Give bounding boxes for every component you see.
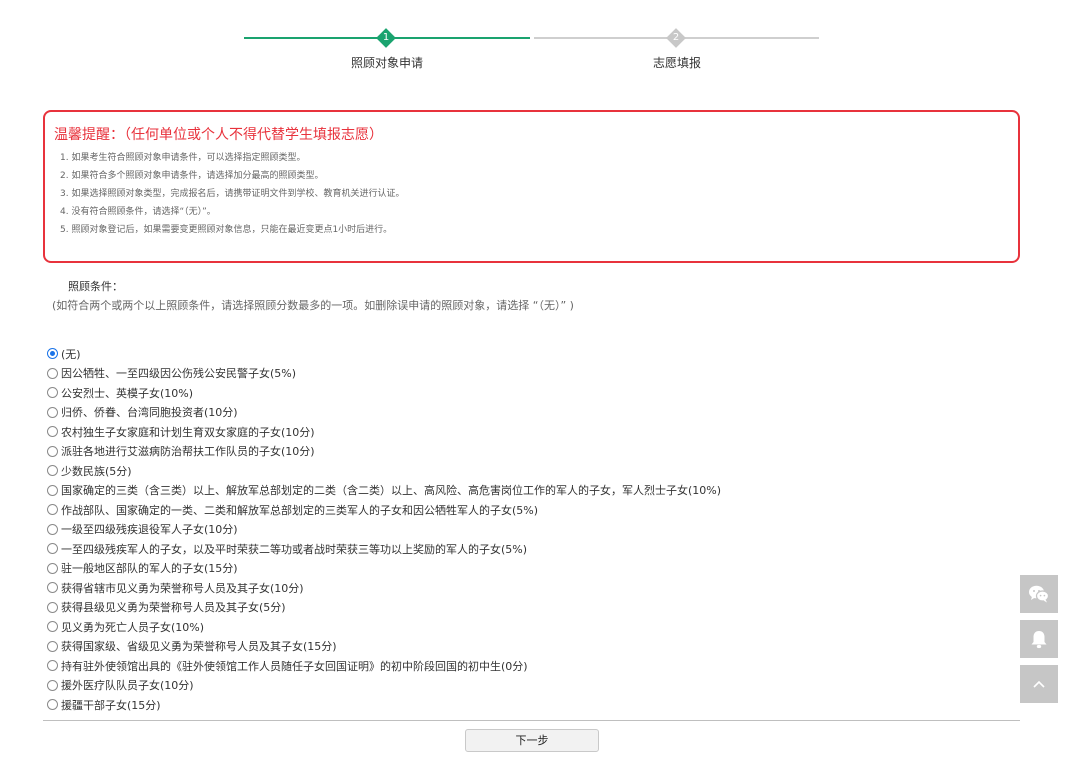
- condition-label: 因公牺牲、一至四级因公伤残公安民警子女(5%): [61, 367, 297, 381]
- notice-title: 温馨提醒：（任何单位或个人不得代替学生填报志愿）: [54, 127, 383, 143]
- condition-label: 农村独生子女家庭和计划生育双女家庭的子女(10分): [61, 425, 315, 439]
- condition-label: 归侨、侨眷、台湾同胞投资者(10分): [61, 406, 238, 420]
- condition-option[interactable]: 获得国家级、省级见义勇为荣誉称号人员及其子女(15分): [47, 637, 947, 657]
- condition-option[interactable]: 派驻各地进行艾滋病防治帮扶工作队员的子女(10分): [47, 442, 947, 462]
- condition-option[interactable]: 公安烈士、英模子女(10%): [47, 383, 947, 403]
- condition-option[interactable]: 见义勇为死亡人员子女(10%): [47, 617, 947, 637]
- condition-radio[interactable]: [47, 679, 58, 691]
- condition-option[interactable]: 获得县级见义勇为荣誉称号人员及其子女(5分): [47, 598, 947, 618]
- condition-radio[interactable]: [47, 699, 58, 711]
- next-step-button[interactable]: 下一步: [465, 729, 599, 752]
- condition-label: (无): [61, 347, 81, 361]
- condition-radio[interactable]: [47, 640, 58, 652]
- condition-option[interactable]: 获得省辖市见义勇为荣誉称号人员及其子女(10分): [47, 578, 947, 598]
- condition-label: 一至四级残疾军人的子女，以及平时荣获二等功或者战时荣获三等功以上奖励的军人的子女…: [61, 542, 528, 556]
- step-number-2: 2: [672, 32, 680, 43]
- condition-radio[interactable]: [47, 504, 58, 516]
- condition-label: 获得省辖市见义勇为荣誉称号人员及其子女(10分): [61, 581, 304, 595]
- condition-label: 派驻各地进行艾滋病防治帮扶工作队员的子女(10分): [61, 445, 315, 459]
- condition-label: 公安烈士、英模子女(10%): [61, 386, 194, 400]
- condition-label: 获得县级见义勇为荣誉称号人员及其子女(5分): [61, 601, 286, 615]
- condition-option[interactable]: 少数民族(5分): [47, 461, 947, 481]
- bell-icon: [1031, 631, 1047, 649]
- condition-radio[interactable]: [47, 582, 58, 594]
- step-marker-1: 1: [376, 28, 396, 48]
- wechat-icon: [1029, 585, 1050, 603]
- condition-option[interactable]: 持有驻外使领馆出具的《驻外使领馆工作人员随任子女回国证明》的初中阶段回国的初中生…: [47, 656, 947, 676]
- bell-button[interactable]: [1020, 620, 1058, 658]
- condition-radio[interactable]: [47, 484, 58, 496]
- condition-radio[interactable]: [47, 562, 58, 574]
- condition-option[interactable]: 一至四级残疾军人的子女，以及平时荣获二等功或者战时荣获三等功以上奖励的军人的子女…: [47, 539, 947, 559]
- notice-item: 5. 照顾对象登记后，如果需要变更照顾对象信息，只能在最近变更点1小时后进行。: [60, 225, 393, 235]
- condition-option[interactable]: 援外医疗队队员子女(10分): [47, 676, 947, 696]
- conditions-radio-group: (无) 因公牺牲、一至四级因公伤残公安民警子女(5%) 公安烈士、英模子女(10%)…: [47, 344, 947, 715]
- condition-label: 一级至四级残疾退役军人子女(10分): [61, 523, 238, 537]
- condition-radio[interactable]: [47, 445, 58, 457]
- condition-option[interactable]: 国家确定的三类（含三类）以上、解放军总部划定的二类（含二类）以上、高风险、高危害…: [47, 481, 947, 501]
- condition-radio[interactable]: [47, 523, 58, 535]
- condition-radio[interactable]: [47, 426, 58, 438]
- condition-option[interactable]: 驻一般地区部队的军人的子女(15分): [47, 559, 947, 579]
- condition-radio[interactable]: [47, 367, 58, 379]
- condition-label: 获得国家级、省级见义勇为荣誉称号人员及其子女(15分): [61, 640, 337, 654]
- step-number-1: 1: [382, 32, 390, 43]
- notice-item: 4. 没有符合照顾条件，请选择“（无）”。: [60, 207, 216, 217]
- condition-radio[interactable]: [47, 660, 58, 672]
- condition-label: 见义勇为死亡人员子女(10%): [61, 620, 205, 634]
- condition-label: 驻一般地区部队的军人的子女(15分): [61, 562, 238, 576]
- notice-item: 3. 如果选择照顾对象类型，完成报名后，请携带证明文件到学校、教育机关进行认证。: [60, 189, 405, 199]
- condition-radio[interactable]: [47, 601, 58, 613]
- condition-radio[interactable]: [47, 387, 58, 399]
- condition-label: 国家确定的三类（含三类）以上、解放军总部划定的二类（含二类）以上、高风险、高危害…: [61, 484, 722, 498]
- notice-box: 温馨提醒：（任何单位或个人不得代替学生填报志愿） 1. 如果考生符合照顾对象申请…: [43, 110, 1020, 263]
- condition-option[interactable]: 作战部队、国家确定的一类、二类和解放军总部划定的三类军人的子女和因公牺牲军人的子…: [47, 500, 947, 520]
- condition-option[interactable]: 一级至四级残疾退役军人子女(10分): [47, 520, 947, 540]
- step-label-2: 志愿填报: [652, 56, 701, 70]
- condition-option[interactable]: 农村独生子女家庭和计划生育双女家庭的子女(10分): [47, 422, 947, 442]
- condition-radio[interactable]: [47, 465, 58, 477]
- wechat-button[interactable]: [1020, 575, 1058, 613]
- step-label-1: 照顾对象申请: [350, 56, 423, 70]
- arrow-up-icon: [1033, 680, 1045, 688]
- condition-radio[interactable]: [47, 348, 58, 360]
- condition-option[interactable]: 援疆干部子女(15分): [47, 695, 947, 715]
- condition-label: 援疆干部子女(15分): [61, 698, 161, 712]
- condition-radio[interactable]: [47, 621, 58, 633]
- step-marker-2: 2: [666, 28, 686, 48]
- condition-label: 少数民族(5分): [61, 464, 132, 478]
- condition-radio[interactable]: [47, 406, 58, 418]
- condition-option[interactable]: 因公牺牲、一至四级因公伤残公安民警子女(5%): [47, 364, 947, 384]
- condition-radio[interactable]: [47, 543, 58, 555]
- progress-stepper: 1 2 照顾对象申请 志愿填报: [0, 26, 1080, 76]
- condition-option[interactable]: (无): [47, 344, 947, 364]
- conditions-title: 照顾条件：: [68, 280, 123, 293]
- notice-item: 1. 如果考生符合照顾对象申请条件，可以选择指定照顾类型。: [60, 153, 306, 163]
- conditions-hint: (如符合两个或两个以上照顾条件，请选择照顾分数最多的一项。如删除误申请的照顾对象…: [52, 299, 574, 312]
- condition-label: 作战部队、国家确定的一类、二类和解放军总部划定的三类军人的子女和因公牺牲军人的子…: [61, 503, 539, 517]
- divider: [43, 720, 1020, 721]
- condition-label: 持有驻外使领馆出具的《驻外使领馆工作人员随任子女回国证明》的初中阶段回国的初中生…: [61, 659, 528, 673]
- back-to-top-button[interactable]: [1020, 665, 1058, 703]
- notice-item: 2. 如果符合多个照顾对象申请条件，请选择加分最高的照顾类型。: [60, 171, 324, 181]
- condition-label: 援外医疗队队员子女(10分): [61, 679, 194, 693]
- condition-option[interactable]: 归侨、侨眷、台湾同胞投资者(10分): [47, 403, 947, 423]
